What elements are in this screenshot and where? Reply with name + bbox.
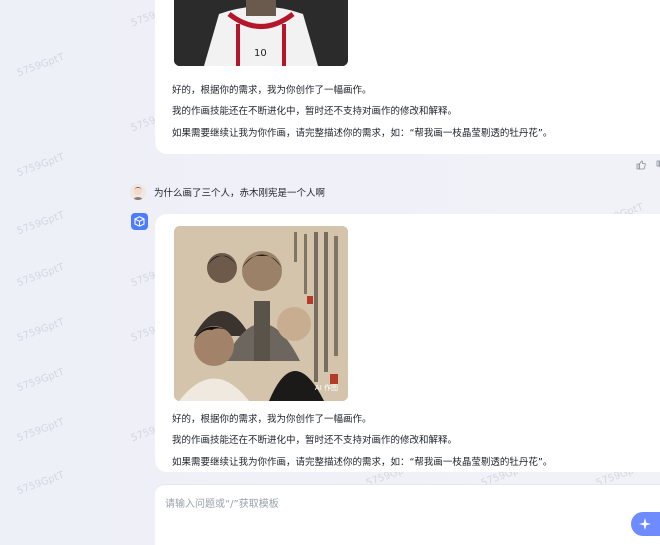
user-avatar <box>130 184 146 200</box>
thumbs-up-icon[interactable] <box>636 160 646 173</box>
watermark: 5759GptT <box>15 209 66 238</box>
reply-text-line: 好的，根据你的需求，我为你创作了一幅画作。 <box>172 414 372 425</box>
generated-image-basketball-player[interactable]: 10 <box>174 0 348 66</box>
watermark: 5759GptT <box>15 316 66 345</box>
user-message-row: 为什么画了三个人，赤木刚宪是一个人啊 <box>130 183 325 201</box>
assistant-message-card: AI 作图 好的，根据你的需求，我为你创作了一幅画作。 我的作画技能还在不断进化… <box>155 214 660 472</box>
reply-text-line: 如果需要继续让我为你作画，请完整描述你的需求，如：“帮我画一枝晶莹剔透的牡丹花”… <box>172 457 553 468</box>
reply-text-line: 我的作画技能还在不断进化中，暂时还不支持对画作的修改和解释。 <box>172 435 458 446</box>
feedback-actions <box>636 160 660 173</box>
watermark: 5759GptT <box>15 261 66 290</box>
svg-text:10: 10 <box>254 48 267 59</box>
reply-text-line: 我的作画技能还在不断进化中，暂时还不支持对画作的修改和解释。 <box>172 106 458 117</box>
watermark: 5759GptT <box>15 151 66 180</box>
ai-image-tag: AI 作图 <box>314 384 338 392</box>
watermark: 5759GptT <box>15 416 66 445</box>
reply-text-line: 如果需要继续让我为你作画，请完整描述你的需求，如：“帮我画一枝晶莹剔透的牡丹花”… <box>172 128 553 139</box>
assistant-message-card: 10 好的，根据你的需求，我为你创作了一幅画作。 我的作画技能还在不断进化中，暂… <box>155 0 660 154</box>
chat-input-placeholder[interactable]: 请输入问题或“/”获取模板 <box>165 495 279 510</box>
user-message-text: 为什么画了三个人，赤木刚宪是一个人啊 <box>154 188 326 199</box>
sparkle-icon <box>639 518 651 530</box>
watermark: 5759GptT <box>15 366 66 395</box>
reply-text-line: 好的，根据你的需求，我为你创作了一幅画作。 <box>172 85 372 96</box>
cube-icon <box>134 216 145 227</box>
thumbs-down-icon[interactable] <box>656 160 660 173</box>
generated-image-painting[interactable]: AI 作图 <box>174 226 348 401</box>
ink-portrait-illustration <box>174 226 348 401</box>
send-button[interactable] <box>631 512 660 536</box>
assistant-avatar <box>131 213 148 230</box>
watermark: 5759GptT <box>15 51 66 80</box>
basketball-jersey-illustration: 10 <box>174 0 348 66</box>
watermark: 5759GptT <box>15 469 66 498</box>
